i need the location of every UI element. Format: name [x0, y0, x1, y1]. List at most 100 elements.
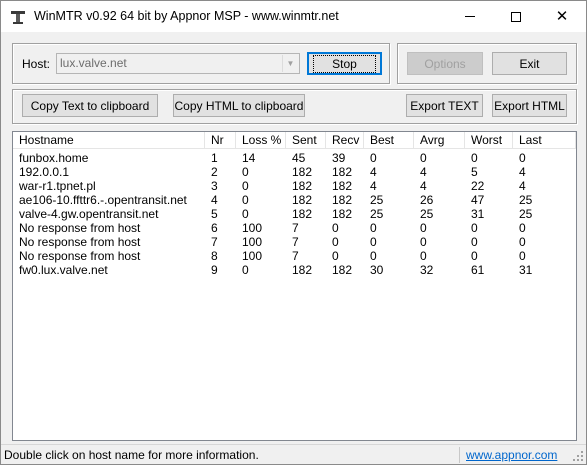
column-header-recv[interactable]: Recv	[326, 132, 364, 149]
cell-hostname: war-r1.tpnet.pl	[19, 179, 96, 193]
table-row[interactable]: fw0.lux.valve.net 9 0 182 182 30 32 61 31	[13, 263, 576, 277]
copy-html-button[interactable]: Copy HTML to clipboard	[173, 94, 305, 117]
column-header-best[interactable]: Best	[364, 132, 414, 149]
resize-grip-icon[interactable]	[572, 450, 584, 462]
cell-last: 25	[519, 207, 533, 221]
stop-button[interactable]: Stop	[307, 52, 382, 75]
column-header-nr[interactable]: Nr	[205, 132, 236, 149]
cell-avrg: 0	[420, 151, 427, 165]
cell-nr: 9	[211, 263, 218, 277]
close-button[interactable]: ✕	[539, 1, 585, 32]
cell-last: 4	[519, 165, 526, 179]
maximize-button[interactable]	[493, 1, 539, 32]
cell-hostname: 192.0.0.1	[19, 165, 70, 179]
copy-text-button[interactable]: Copy Text to clipboard	[22, 94, 158, 117]
cell-recv: 39	[332, 151, 346, 165]
cell-hostname: fw0.lux.valve.net	[19, 263, 108, 277]
cell-sent: 182	[292, 263, 313, 277]
stop-button-label: Stop	[313, 54, 376, 73]
cell-hostname: No response from host	[19, 249, 141, 263]
column-header-worst[interactable]: Worst	[465, 132, 513, 149]
cell-avrg: 26	[420, 193, 434, 207]
column-header-last[interactable]: Last	[513, 132, 576, 149]
title-bar[interactable]: WinMTR v0.92 64 bit by Appnor MSP - www.…	[1, 1, 586, 32]
export-text-button[interactable]: Export TEXT	[406, 94, 483, 117]
options-button[interactable]: Options	[407, 52, 483, 75]
status-bar: Double click on host name for more infor…	[1, 444, 586, 464]
results-table[interactable]: Hostname Nr Loss % Sent Recv Best Avrg Worst Las…	[12, 131, 577, 441]
cell-last: 25	[519, 193, 533, 207]
cell-nr: 1	[211, 151, 218, 165]
cell-recv: 182	[332, 207, 353, 221]
app-icon	[11, 11, 25, 24]
cell-last: 4	[519, 179, 526, 193]
cell-avrg: 0	[420, 235, 427, 249]
cell-best: 25	[370, 193, 384, 207]
cell-loss: 0	[242, 193, 249, 207]
close-icon: ✕	[555, 7, 569, 25]
cell-best: 30	[370, 263, 384, 277]
cell-nr: 5	[211, 207, 218, 221]
cell-best: 0	[370, 235, 377, 249]
table-row[interactable]: valve-4.gw.opentransit.net 5 0 182 182 25 25 31…	[13, 207, 576, 221]
cell-best: 0	[370, 221, 377, 235]
cell-hostname: No response from host	[19, 235, 141, 249]
cell-nr: 3	[211, 179, 218, 193]
cell-last: 0	[519, 151, 526, 165]
column-header-sent[interactable]: Sent	[286, 132, 326, 149]
status-message: Double click on host name for more infor…	[4, 448, 259, 462]
cell-loss: 14	[242, 151, 256, 165]
cell-worst: 22	[471, 179, 485, 193]
export-html-button[interactable]: Export HTML	[492, 94, 567, 117]
cell-sent: 182	[292, 165, 313, 179]
cell-loss: 100	[242, 249, 263, 263]
column-header-avrg[interactable]: Avrg	[414, 132, 465, 149]
cell-avrg: 0	[420, 221, 427, 235]
cell-sent: 45	[292, 151, 306, 165]
column-header-hostname[interactable]: Hostname	[13, 132, 205, 149]
cell-best: 0	[370, 249, 377, 263]
minimize-button[interactable]	[447, 1, 493, 32]
status-divider	[459, 447, 460, 463]
host-combobox[interactable]: lux.valve.net ▼	[56, 53, 300, 74]
chevron-down-icon[interactable]: ▼	[282, 55, 298, 72]
column-header-loss[interactable]: Loss %	[236, 132, 286, 149]
cell-best: 0	[370, 151, 377, 165]
table-row[interactable]: 192.0.0.1 2 0 182 182 4 4 5 4	[13, 165, 576, 179]
host-value: lux.valve.net	[60, 56, 127, 70]
table-row[interactable]: No response from host 8 100 7 0 0 0 0 0	[13, 249, 576, 263]
table-row[interactable]: No response from host 6 100 7 0 0 0 0 0	[13, 221, 576, 235]
cell-loss: 0	[242, 179, 249, 193]
cell-worst: 61	[471, 263, 485, 277]
cell-loss: 0	[242, 207, 249, 221]
cell-last: 0	[519, 221, 526, 235]
cell-hostname: No response from host	[19, 221, 141, 235]
cell-last: 0	[519, 249, 526, 263]
window-title: WinMTR v0.92 64 bit by Appnor MSP - www.…	[34, 9, 339, 23]
table-row[interactable]: ae106-10.ffttr6.-.opentransit.net 4 0 182 18…	[13, 193, 576, 207]
table-row[interactable]: war-r1.tpnet.pl 3 0 182 182 4 4 22 4	[13, 179, 576, 193]
minimize-icon	[465, 16, 475, 17]
cell-sent: 182	[292, 179, 313, 193]
cell-sent: 7	[292, 221, 299, 235]
cell-recv: 0	[332, 221, 339, 235]
cell-best: 4	[370, 165, 377, 179]
appnor-link[interactable]: www.appnor.com	[466, 448, 557, 462]
cell-hostname: valve-4.gw.opentransit.net	[19, 207, 159, 221]
host-label: Host:	[22, 57, 51, 71]
cell-worst: 0	[471, 221, 478, 235]
exit-button[interactable]: Exit	[492, 52, 567, 75]
cell-sent: 182	[292, 193, 313, 207]
cell-sent: 7	[292, 249, 299, 263]
cell-worst: 5	[471, 165, 478, 179]
cell-loss: 0	[242, 263, 249, 277]
cell-last: 31	[519, 263, 533, 277]
cell-recv: 182	[332, 263, 353, 277]
cell-last: 0	[519, 235, 526, 249]
cell-recv: 182	[332, 179, 353, 193]
maximize-icon	[511, 11, 521, 22]
table-row[interactable]: funbox.home 1 14 45 39 0 0 0 0	[13, 151, 576, 165]
cell-worst: 31	[471, 207, 485, 221]
cell-loss: 0	[242, 165, 249, 179]
table-row[interactable]: No response from host 7 100 7 0 0 0 0 0	[13, 235, 576, 249]
